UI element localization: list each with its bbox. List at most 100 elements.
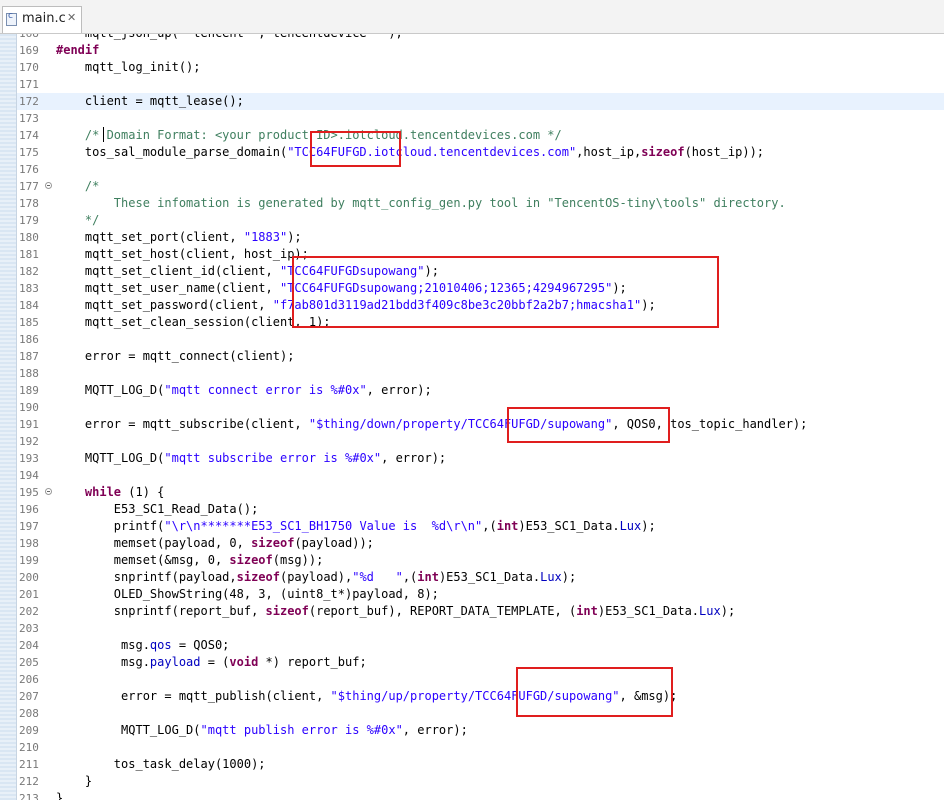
code-line[interactable]: 171 bbox=[17, 76, 944, 93]
code-line[interactable]: 206 bbox=[17, 671, 944, 688]
code-text[interactable]: mqtt_json_up( "tencent" , tencentdevice"… bbox=[56, 34, 403, 42]
code-text[interactable]: memset(payload, 0, sizeof(payload)); bbox=[56, 535, 374, 552]
code-line[interactable]: 199 memset(&msg, 0, sizeof(msg)); bbox=[17, 552, 944, 569]
code-text[interactable]: */ bbox=[56, 212, 99, 229]
tab-main-c[interactable]: main.c ✕ bbox=[2, 6, 82, 33]
code-line[interactable]: 203 bbox=[17, 620, 944, 637]
code-line[interactable]: 169 #endif bbox=[17, 42, 944, 59]
code-text[interactable]: mqtt_log_init(); bbox=[56, 59, 201, 76]
code-token: Lux bbox=[619, 519, 642, 533]
code-line[interactable]: 197 printf("\r\n*******E53_SC1_BH1750 Va… bbox=[17, 518, 944, 535]
code-line[interactable]: 181 mqtt_set_host(client, host_ip); bbox=[17, 246, 944, 263]
code-line[interactable]: 202 snprintf(report_buf, sizeof(report_b… bbox=[17, 603, 944, 620]
code-line[interactable]: 177 /* bbox=[17, 178, 944, 195]
code-token: msg. bbox=[56, 638, 150, 652]
code-line[interactable]: 198 memset(payload, 0, sizeof(payload)); bbox=[17, 535, 944, 552]
overview-ruler[interactable] bbox=[0, 34, 17, 800]
code-text[interactable]: mqtt_set_user_name(client, "TCC64FUFGDsu… bbox=[56, 280, 627, 297]
code-line[interactable]: 210 bbox=[17, 739, 944, 756]
code-text[interactable]: mqtt_set_password(client, "f7ab801d3119a… bbox=[56, 297, 656, 314]
code-text[interactable]: MQTT_LOG_D("mqtt subscribe error is %#0x… bbox=[56, 450, 446, 467]
code-text[interactable]: error = mqtt_publish(client, "$thing/up/… bbox=[56, 688, 677, 705]
code-token: "TCC64FUFGD.iotcloud.tencentdevices.com" bbox=[287, 145, 577, 159]
code-token: "mqtt connect error is %#0x" bbox=[164, 383, 367, 397]
code-text[interactable]: msg.qos = QOS0; bbox=[56, 637, 229, 654]
code-line[interactable]: 185 mqtt_set_clean_session(client, 1); bbox=[17, 314, 944, 331]
code-text[interactable]: error = mqtt_subscribe(client, "$thing/d… bbox=[56, 416, 808, 433]
code-text[interactable]: MQTT_LOG_D("mqtt publish error is %#0x",… bbox=[56, 722, 468, 739]
code-token: sizeof bbox=[641, 145, 685, 159]
code-line[interactable]: 200 snprintf(payload,sizeof(payload),"%d… bbox=[17, 569, 944, 586]
code-editor[interactable]: 213} 212 } 211 tos_task_delay(1000); 210 209… bbox=[17, 34, 944, 800]
code-line[interactable]: 186 bbox=[17, 331, 944, 348]
line-number: 171 bbox=[19, 78, 39, 91]
code-text[interactable]: msg.payload = (void *) report_buf; bbox=[56, 654, 367, 671]
code-line[interactable]: 184 mqtt_set_password(client, "f7ab801d3… bbox=[17, 297, 944, 314]
code-token: , error); bbox=[402, 723, 468, 737]
code-text[interactable]: MQTT_LOG_D("mqtt connect error is %#0x",… bbox=[56, 382, 432, 399]
close-icon[interactable]: ✕ bbox=[67, 11, 76, 24]
code-line[interactable]: 170 mqtt_log_init(); bbox=[17, 59, 944, 76]
code-line[interactable]: 180 mqtt_set_port(client, "1883"); bbox=[17, 229, 944, 246]
code-line[interactable]: 208 bbox=[17, 705, 944, 722]
code-text[interactable]: tos_sal_module_parse_domain("TCC64FUFGD.… bbox=[56, 144, 764, 161]
code-line[interactable]: ⚙191 error = mqtt_subscribe(client, "$th… bbox=[17, 416, 944, 433]
code-line[interactable]: 207 error = mqtt_publish(client, "$thing… bbox=[17, 688, 944, 705]
code-line[interactable]: 182 mqtt_set_client_id(client, "TCC64FUF… bbox=[17, 263, 944, 280]
line-number: 201 bbox=[19, 588, 39, 601]
code-text[interactable]: E53_SC1_Read_Data(); bbox=[56, 501, 259, 518]
code-text[interactable]: /* Domain Format: <your product ID>.iotc… bbox=[56, 127, 562, 144]
code-text[interactable]: OLED_ShowString(48, 3, (uint8_t*)payload… bbox=[56, 586, 439, 603]
code-line[interactable]: 175 tos_sal_module_parse_domain("TCC64FU… bbox=[17, 144, 944, 161]
code-line[interactable]: 179 */ bbox=[17, 212, 944, 229]
code-line[interactable]: 205 msg.payload = (void *) report_buf; bbox=[17, 654, 944, 671]
code-token: mqtt_set_user_name(client, bbox=[56, 281, 280, 295]
code-text[interactable]: printf("\r\n*******E53_SC1_BH1750 Value … bbox=[56, 518, 656, 535]
code-token: , QOS0, tos_topic_handler); bbox=[612, 417, 808, 431]
code-text[interactable]: snprintf(payload,sizeof(payload),"%d ",(… bbox=[56, 569, 576, 586]
code-text[interactable]: error = mqtt_connect(client); bbox=[56, 348, 295, 365]
code-text[interactable]: } bbox=[56, 790, 63, 800]
code-text[interactable]: mqtt_set_host(client, host_ip); bbox=[56, 246, 309, 263]
code-text[interactable]: mqtt_set_clean_session(client, 1); bbox=[56, 314, 331, 331]
code-text[interactable]: #endif bbox=[56, 42, 99, 59]
code-text[interactable]: client = mqtt_lease(); bbox=[56, 93, 244, 110]
code-line[interactable]: 172 client = mqtt_lease(); bbox=[17, 93, 944, 110]
code-line[interactable]: 196 E53_SC1_Read_Data(); bbox=[17, 501, 944, 518]
code-line[interactable]: 188 bbox=[17, 365, 944, 382]
code-text[interactable]: memset(&msg, 0, sizeof(msg)); bbox=[56, 552, 324, 569]
code-line[interactable]: ⚙204 msg.qos = QOS0; bbox=[17, 637, 944, 654]
code-token: "$thing/up/property/TCC64FUFGD/supowang" bbox=[330, 689, 620, 703]
code-line[interactable]: 183 mqtt_set_user_name(client, "TCC64FUF… bbox=[17, 280, 944, 297]
fold-toggle-icon[interactable] bbox=[45, 182, 52, 189]
code-line[interactable]: 190 bbox=[17, 399, 944, 416]
code-line[interactable]: 187 error = mqtt_connect(client); bbox=[17, 348, 944, 365]
code-line[interactable]: 213} bbox=[17, 790, 944, 800]
code-line[interactable]: 189 MQTT_LOG_D("mqtt connect error is %#… bbox=[17, 382, 944, 399]
code-line[interactable]: 201 OLED_ShowString(48, 3, (uint8_t*)pay… bbox=[17, 586, 944, 603]
code-line[interactable]: 176 bbox=[17, 161, 944, 178]
code-line[interactable]: 173 bbox=[17, 110, 944, 127]
code-text[interactable]: } bbox=[56, 773, 92, 790]
line-number: 168 bbox=[19, 34, 45, 42]
code-line[interactable]: 168 mqtt_json_up( "tencent" , tencentdev… bbox=[17, 34, 944, 42]
code-line[interactable]: 209 MQTT_LOG_D("mqtt publish error is %#… bbox=[17, 722, 944, 739]
code-text[interactable]: snprintf(report_buf, sizeof(report_buf),… bbox=[56, 603, 735, 620]
code-line[interactable]: 211 tos_task_delay(1000); bbox=[17, 756, 944, 773]
code-text[interactable]: mqtt_set_port(client, "1883"); bbox=[56, 229, 302, 246]
code-line[interactable]: 194 bbox=[17, 467, 944, 484]
code-text[interactable]: while (1) { bbox=[56, 484, 164, 501]
code-text[interactable]: tos_task_delay(1000); bbox=[56, 756, 266, 773]
code-token: E53_SC1_Read_Data(); bbox=[56, 502, 259, 516]
code-line[interactable]: 192 bbox=[17, 433, 944, 450]
code-token: mqtt_set_client_id(client, bbox=[56, 264, 280, 278]
code-text[interactable]: These infomation is generated by mqtt_co… bbox=[56, 195, 786, 212]
code-line[interactable]: 178 These infomation is generated by mqt… bbox=[17, 195, 944, 212]
code-line[interactable]: 195 while (1) { bbox=[17, 484, 944, 501]
code-line[interactable]: 212 } bbox=[17, 773, 944, 790]
fold-toggle-icon[interactable] bbox=[45, 488, 52, 495]
code-text[interactable]: /* bbox=[56, 178, 99, 195]
code-line[interactable]: 193 MQTT_LOG_D("mqtt subscribe error is … bbox=[17, 450, 944, 467]
code-line[interactable]: 174 /* Domain Format: <your product ID>.… bbox=[17, 127, 944, 144]
code-text[interactable]: mqtt_set_client_id(client, "TCC64FUFGDsu… bbox=[56, 263, 439, 280]
